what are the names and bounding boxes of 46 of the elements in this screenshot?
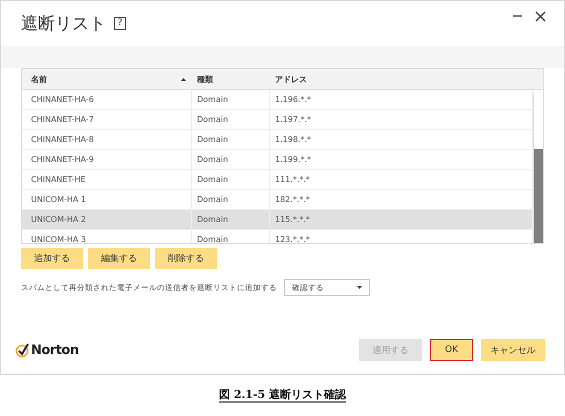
table-row[interactable]: CHINANET-HE Domain 111.*.*.* <box>22 170 533 190</box>
column-header[interactable]: 種類 <box>192 74 270 84</box>
table-cell: 1.197.*.* <box>270 110 533 129</box>
sort-ascending-icon <box>181 78 186 80</box>
table-cell: 123.*.*.* <box>270 230 533 243</box>
list-action-button[interactable]: 追加する <box>21 248 83 269</box>
table-cell: CHINANET-HA-6 <box>22 90 192 109</box>
table-row[interactable]: CHINANET-HA-6 Domain 1.196.*.* <box>22 90 533 110</box>
table-row[interactable]: CHINANET-HA-7 Domain 1.197.*.* <box>22 110 533 130</box>
table-cell: 1.196.*.* <box>270 90 533 109</box>
table-cell: Domain <box>192 210 270 229</box>
table-cell: CHINANET-HA-9 <box>22 150 192 169</box>
table-cell: Domain <box>192 150 270 169</box>
table-cell: UNICOM-HA 1 <box>22 190 192 209</box>
table-cell: UNICOM-HA 2 <box>22 210 192 229</box>
close-icon[interactable] <box>535 11 546 22</box>
table-cell: 182.*.*.* <box>270 190 533 209</box>
help-button[interactable]: ? <box>114 17 126 30</box>
figure-caption: 図 2.1-5 遮断リスト確認 <box>218 388 346 403</box>
dialog-button[interactable]: OK <box>430 339 473 361</box>
table-cell: 1.198.*.* <box>270 130 533 149</box>
logo-text: Norton <box>31 342 79 358</box>
table-cell: Domain <box>192 170 270 189</box>
table-cell: Domain <box>192 90 270 109</box>
list-action-button[interactable]: 削除する <box>155 248 217 269</box>
table-cell: CHINANET-HA-7 <box>22 110 192 129</box>
scrollbar-thumb[interactable] <box>534 149 543 243</box>
table-cell: 1.199.*.* <box>270 150 533 169</box>
table-cell: CHINANET-HA-8 <box>22 130 192 149</box>
column-header[interactable]: アドレス <box>270 74 543 84</box>
table-cell: Domain <box>192 130 270 149</box>
table-cell: 111.*.*.* <box>270 170 533 189</box>
table-cell: Domain <box>192 110 270 129</box>
caret-icon <box>357 286 362 289</box>
dialog-button[interactable]: キャンセル <box>481 339 545 361</box>
checkmark-circle-icon <box>15 342 30 358</box>
table-row[interactable]: CHINANET-HA-9 Domain 1.199.*.* <box>22 150 533 170</box>
table-row[interactable]: CHINANET-HA-8 Domain 1.198.*.* <box>22 130 533 150</box>
list-action-button[interactable]: 編集する <box>88 248 150 269</box>
table-row[interactable]: UNICOM-HA 2 Domain 115.*.*.* <box>22 210 533 230</box>
table-cell: CHINANET-HE <box>22 170 192 189</box>
table-cell: 115.*.*.* <box>270 210 533 229</box>
window-title: 遮断リスト <box>21 13 106 35</box>
table-cell: Domain <box>192 190 270 209</box>
column-header[interactable]: 名前 <box>22 74 192 84</box>
scrollbar[interactable] <box>533 94 543 243</box>
